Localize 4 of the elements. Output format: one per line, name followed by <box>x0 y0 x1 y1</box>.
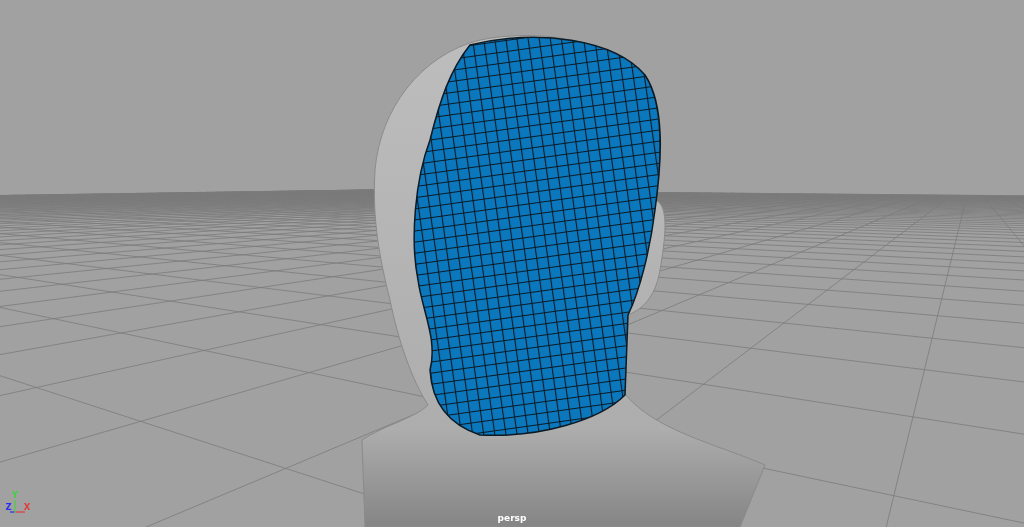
camera-label: persp <box>497 513 527 524</box>
axis-label: X <box>23 502 31 512</box>
axis-label: Y <box>11 490 19 500</box>
axis-label: Z <box>5 502 12 512</box>
